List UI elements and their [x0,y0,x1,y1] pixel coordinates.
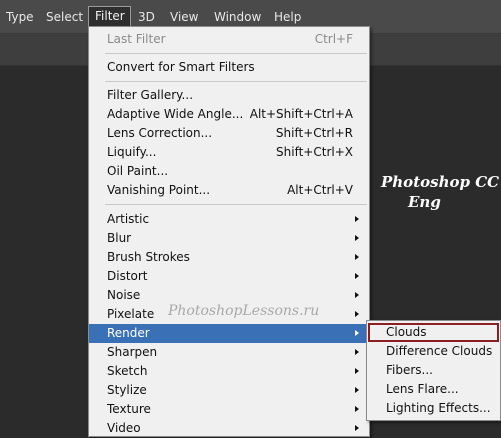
submenu-arrow-icon [355,330,359,336]
menu-item-sharpen[interactable]: Sharpen [89,343,369,362]
submenu-arrow-icon [355,235,359,241]
caption-title: Photoshop CC [381,173,500,191]
menu-item-label: Video [107,421,141,435]
menu-item-blur[interactable]: Blur [89,229,369,248]
caption-subtitle: Eng [408,193,441,211]
submenu-item-label: Fibers... [386,363,433,377]
submenu-arrow-icon [355,254,359,260]
menu-separator [105,53,367,54]
menu-item-label: Vanishing Point... [107,183,211,197]
submenu-item-lighting-effects[interactable]: Lighting Effects... [367,399,500,418]
submenu-item-fibers[interactable]: Fibers... [367,361,500,380]
submenu-arrow-icon [355,425,359,431]
menu-item-label: Texture [107,402,151,416]
submenu-arrow-icon [355,216,359,222]
menu-item-label: Artistic [107,212,150,226]
menu-item-label: Sharpen [107,345,158,359]
submenu-arrow-icon [355,368,359,374]
submenu-arrow-icon [355,273,359,279]
menu-item-sketch[interactable]: Sketch [89,362,369,381]
menu-item-liquify[interactable]: Liquify... Shift+Ctrl+X [89,143,369,162]
menu-item-render[interactable]: Render [89,324,369,343]
submenu-item-difference-clouds[interactable]: Difference Clouds [367,342,500,361]
submenu-item-label: Difference Clouds [386,344,493,358]
menu-item-label: Oil Paint... [107,164,169,178]
menu-item-shortcut: Ctrl+F [314,32,353,46]
menu-type[interactable]: Type [0,7,40,27]
submenu-arrow-icon [355,387,359,393]
menu-item-adaptive-wide-angle[interactable]: Adaptive Wide Angle... Alt+Shift+Ctrl+A [89,105,369,124]
menu-item-lens-correction[interactable]: Lens Correction... Shift+Ctrl+R [89,124,369,143]
menu-item-video[interactable]: Video [89,419,369,438]
render-submenu: Clouds Difference Clouds Fibers... Lens … [366,320,501,421]
menu-item-stylize[interactable]: Stylize [89,381,369,400]
menu-item-label: Pixelate [107,307,155,321]
submenu-item-label: Lighting Effects... [386,401,491,415]
menu-item-vanishing-point[interactable]: Vanishing Point... Alt+Ctrl+V [89,181,369,200]
filter-menu-dropdown: Last Filter Ctrl+F Convert for Smart Fil… [88,26,370,437]
menu-item-distort[interactable]: Distort [89,267,369,286]
menu-item-shortcut: Shift+Ctrl+R [275,126,353,140]
menu-help[interactable]: Help [268,7,307,27]
menu-item-convert-smart-filters[interactable]: Convert for Smart Filters [89,58,369,77]
submenu-item-clouds[interactable]: Clouds [368,323,499,342]
menu-view[interactable]: View [164,7,204,27]
menu-item-label: Lens Correction... [107,126,213,140]
menu-separator [105,204,367,205]
menu-item-label: Brush Strokes [107,250,190,264]
menu-item-label: Render [107,326,150,340]
menu-item-label: Stylize [107,383,147,397]
menu-item-label: Sketch [107,364,148,378]
menu-item-filter-gallery[interactable]: Filter Gallery... [89,86,369,105]
menu-item-label: Convert for Smart Filters [107,60,255,74]
submenu-item-label: Lens Flare... [386,382,459,396]
menu-item-label: Last Filter [107,32,166,46]
menu-item-shortcut: Alt+Ctrl+V [287,183,353,197]
menu-item-last-filter[interactable]: Last Filter Ctrl+F [89,30,369,49]
menu-select[interactable]: Select [40,7,89,27]
watermark: PhotoshopLessons.ru [168,303,320,319]
submenu-arrow-icon [355,311,359,317]
menu-separator [105,81,367,82]
menu-item-shortcut: Shift+Ctrl+X [276,145,353,159]
menu-item-brush-strokes[interactable]: Brush Strokes [89,248,369,267]
menu-window[interactable]: Window [208,7,267,27]
menu-item-artistic[interactable]: Artistic [89,210,369,229]
submenu-arrow-icon [355,406,359,412]
menu-item-label: Blur [107,231,132,245]
menu-item-oil-paint[interactable]: Oil Paint... [89,162,369,181]
menu-item-label: Liquify... [107,145,157,159]
submenu-arrow-icon [355,292,359,298]
menu-item-label: Distort [107,269,148,283]
menu-3d[interactable]: 3D [132,7,161,27]
menu-item-texture[interactable]: Texture [89,400,369,419]
menu-item-shortcut: Alt+Shift+Ctrl+A [249,107,353,121]
menu-item-label: Filter Gallery... [107,88,194,102]
submenu-item-label: Clouds [386,325,427,339]
menu-item-label: Noise [107,288,141,302]
menu-filter[interactable]: Filter [88,6,131,27]
submenu-arrow-icon [355,349,359,355]
menu-item-label: Adaptive Wide Angle... [107,107,244,121]
submenu-item-lens-flare[interactable]: Lens Flare... [367,380,500,399]
